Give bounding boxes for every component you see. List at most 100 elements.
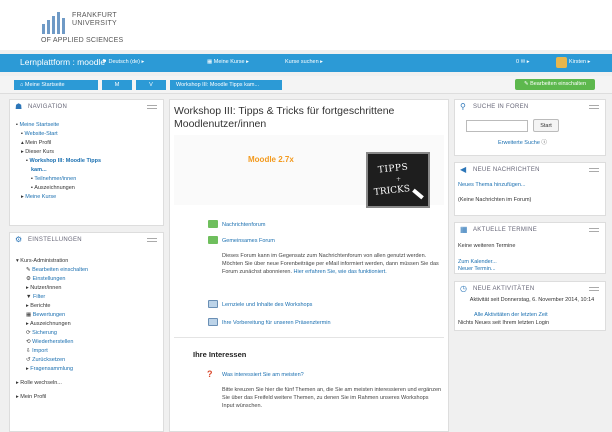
edit-mode-button[interactable]: ✎ Bearbeiten einschalten xyxy=(515,79,595,90)
site-title-link[interactable]: Lernplattform : moodle xyxy=(20,57,105,67)
nav-item-meine-kurse[interactable]: ▸ Meine Kurse xyxy=(16,193,101,202)
user-menu[interactable]: Kirsten ▸ xyxy=(569,59,590,65)
settings-block: ⚙ EINSTELLUNGEN ▾ Kurs-Administration ✎ … xyxy=(9,232,164,432)
questionnaire-description: Bitte kreuzen Sie hier die fünf Themen a… xyxy=(222,387,442,409)
new-event-link[interactable]: Neuer Termin... xyxy=(458,265,496,273)
advanced-search-link: Erweiterte Suche xyxy=(498,140,540,146)
navigation-block: ☗ NAVIGATION ▪ Meine Startseite ▪ Websit… xyxy=(9,99,164,226)
settings-item-reset[interactable]: ↺ Zurücksetzen xyxy=(16,356,88,365)
block-controls-icon[interactable] xyxy=(589,105,599,109)
megaphone-icon: ◀ xyxy=(460,165,467,174)
settings-item-question-bank[interactable]: ▸ Fragensammlung xyxy=(16,365,88,374)
nav-item-profil[interactable]: ▴ Mein Profil xyxy=(16,139,101,148)
block-controls-icon[interactable] xyxy=(589,228,599,232)
search-button[interactable]: Start xyxy=(533,119,559,132)
nav-item-website-start[interactable]: ▪ Website-Start xyxy=(16,130,101,139)
questionnaire-link[interactable]: Was interessiert Sie am meisten? xyxy=(222,372,304,378)
no-events-text: Keine weiteren Termine xyxy=(458,243,516,249)
forum-help-link[interactable]: Hier erfahren Sie, wie das funktioniert. xyxy=(294,269,387,275)
calendar-icon: ▦ xyxy=(460,225,468,234)
add-topic-link[interactable]: Neues Thema hinzufügen... xyxy=(458,181,525,189)
settings-item-profile[interactable]: ▸ Mein Profil xyxy=(16,393,88,402)
settings-item-grades[interactable]: ▦ Bewertungen xyxy=(16,311,88,320)
forum-icon xyxy=(208,236,218,244)
course-search-menu[interactable]: Kurse suchen ▸ xyxy=(285,59,323,65)
nav-item-participants-label: Teilnehmer/innen xyxy=(34,176,77,182)
news-block: ◀ NEUE NACHRICHTEN xyxy=(454,162,606,216)
nav-item-startseite[interactable]: ▪ Meine Startseite xyxy=(16,121,101,130)
block-controls-icon[interactable] xyxy=(589,287,599,291)
settings-item-badges[interactable]: ▸ Auszeichnungen xyxy=(16,320,88,329)
settings-item-settings[interactable]: ⚙ Einstellungen xyxy=(16,275,88,284)
nav-item-dieser-kurs[interactable]: ▸ Dieser Kurs xyxy=(16,148,101,157)
settings-item-switch-role[interactable]: ▸ Rolle wechseln... xyxy=(16,379,88,388)
forum-description: Dieses Forum kann im Gegensatz zum Nachr… xyxy=(222,252,442,276)
university-line-3: OF APPLIED SCIENCES xyxy=(41,37,124,44)
search-title: SUCHE IN FOREN xyxy=(473,104,529,110)
nav-item-current-course-label: Workshop III: Moodle Tipps xyxy=(29,158,102,164)
navigation-header: ☗ NAVIGATION xyxy=(10,100,163,114)
table-icon: ▦ xyxy=(26,312,33,318)
activity-report-link[interactable]: Alle Aktivitäten der letzten Zeit xyxy=(474,311,548,319)
university-line-1: FRANKFURT xyxy=(72,12,117,19)
settings-item-backup[interactable]: ⟳ Sicherung xyxy=(16,329,88,338)
search-header: ⚲ SUCHE IN FOREN xyxy=(455,100,605,114)
settings-item-badges-label: Auszeichnungen xyxy=(30,321,71,327)
language-menu[interactable]: ⚑ Deutsch (de) ▸ xyxy=(102,59,144,65)
news-forum-link[interactable]: Nachrichtenforum xyxy=(222,222,265,228)
block-controls-icon[interactable] xyxy=(147,238,157,242)
breadcrumb-home[interactable]: ⌂ Meine Startseite xyxy=(14,80,98,90)
preparation-link[interactable]: Ihre Vorbereitung für unseren Präsenzter… xyxy=(222,320,331,326)
tipps-image-text-3: TRICKS xyxy=(373,184,411,198)
settings-item-backup-label: Sicherung xyxy=(32,330,57,336)
settings-title: EINSTELLUNGEN xyxy=(28,237,82,243)
section-divider xyxy=(174,337,444,338)
advanced-search[interactable]: Erweiterte Suche ⓘ xyxy=(498,139,547,147)
settings-item-restore-label: Wiederherstellen xyxy=(32,339,74,345)
settings-item-users-label: Nutzer/innen xyxy=(30,285,62,291)
settings-item-filter-label: Filter xyxy=(32,294,46,300)
tipps-tricks-image: TIPPS + TRICKS xyxy=(366,152,430,208)
breadcrumb-m[interactable]: M xyxy=(102,80,132,90)
courses-icon: ▦ xyxy=(207,59,214,65)
settings-item-question-bank-label: Fragensammlung xyxy=(30,366,74,372)
news-title: NEUE NACHRICHTEN xyxy=(473,167,540,173)
block-controls-icon[interactable] xyxy=(147,105,157,109)
settings-item-course-admin[interactable]: ▾ Kurs-Administration xyxy=(16,257,88,266)
page-title: Workshop III: Tipps & Tricks für fortges… xyxy=(174,105,395,130)
settings-item-filter[interactable]: ▼ Filter xyxy=(16,293,88,302)
university-line-2: UNIVERSITY xyxy=(72,20,118,27)
breadcrumb-home-label: Meine Startseite xyxy=(24,82,65,88)
navigation-title: NAVIGATION xyxy=(28,104,68,110)
forum-search-input[interactable] xyxy=(466,120,528,132)
messages-menu[interactable]: 0 ✉ ▸ xyxy=(516,59,529,65)
settings-item-restore[interactable]: ⟲ Wiederherstellen xyxy=(16,338,88,347)
tipps-image-text-2: + xyxy=(396,176,402,183)
settings-item-reports[interactable]: ▸ Berichte xyxy=(16,302,88,311)
search-icon: ⚲ xyxy=(460,102,466,111)
nav-item-current-course[interactable]: ▪ Workshop III: Moodle Tipps xyxy=(16,157,101,166)
nav-item-badges[interactable]: ▪ Auszeichnungen xyxy=(16,184,101,193)
section-title: Ihre Interessen xyxy=(193,350,247,359)
breadcrumb-v[interactable]: V xyxy=(136,80,166,90)
settings-item-switch-role-label: Rolle wechseln... xyxy=(20,380,62,386)
language-menu-label: Deutsch (de) ▸ xyxy=(108,59,145,65)
nav-item-participants[interactable]: ▪ Teilnehmer/innen xyxy=(16,175,101,184)
block-controls-icon[interactable] xyxy=(589,168,599,172)
settings-item-import[interactable]: ⇩ Import xyxy=(16,347,88,356)
university-logo-icon[interactable] xyxy=(42,12,66,34)
settings-item-edit[interactable]: ✎ Bearbeiten einschalten xyxy=(16,266,88,275)
learning-goals-link[interactable]: Lernziele und Inhalte des Workshops xyxy=(222,302,312,308)
breadcrumb-current[interactable]: Workshop III: Moodle Tipps kam... xyxy=(170,80,282,90)
my-courses-menu[interactable]: ▦ Meine Kurse ▸ xyxy=(207,59,249,65)
activity-title: NEUE AKTIVITÄTEN xyxy=(473,286,535,292)
help-icon[interactable]: ⓘ xyxy=(541,140,547,146)
avatar[interactable] xyxy=(556,57,567,68)
shared-forum-link[interactable]: Gemeinsames Forum xyxy=(222,238,275,244)
settings-item-users[interactable]: ▸ Nutzer/innen xyxy=(16,284,88,293)
settings-item-settings-label: Einstellungen xyxy=(32,276,66,282)
edit-mode-label: Bearbeiten einschalten xyxy=(530,81,587,87)
settings-tree: ▾ Kurs-Administration ✎ Bearbeiten einsc… xyxy=(16,257,88,402)
gears-icon: ⚙ xyxy=(15,235,23,244)
nav-item-startseite-label: Meine Startseite xyxy=(19,122,60,128)
